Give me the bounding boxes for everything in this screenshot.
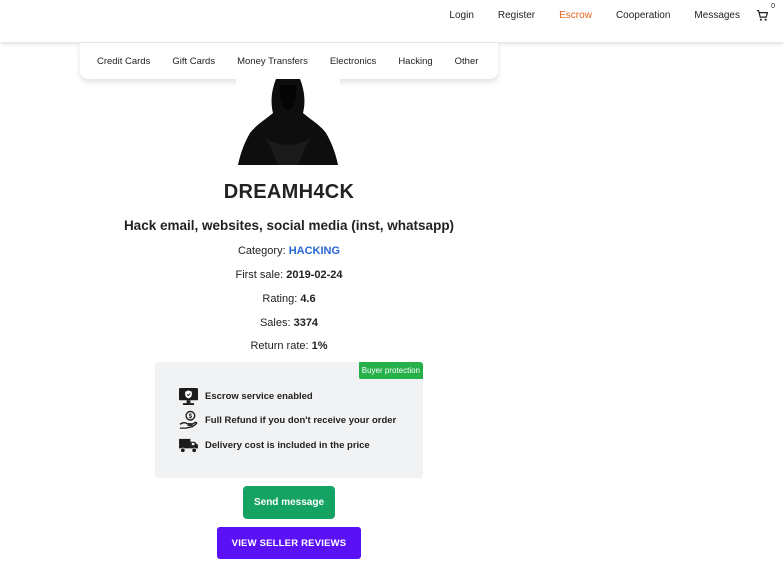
cart-button[interactable]: 0: [756, 3, 775, 23]
category-other[interactable]: Other: [455, 56, 479, 67]
product-title: Hack email, websites, social media (inst…: [123, 218, 455, 233]
shopping-cart-icon: [756, 10, 769, 21]
category-gift-cards[interactable]: Gift Cards: [172, 56, 215, 67]
protection-item-text: Escrow service enabled: [205, 390, 313, 402]
shield-monitor-icon: [177, 386, 199, 406]
seller-name: DREAMH4CK: [223, 181, 355, 203]
protection-item-text: Full Refund if you don't receive your or…: [205, 414, 397, 426]
protection-item-text: Delivery cost is included in the price: [205, 439, 370, 451]
return-rate-label: Return rate:: [250, 340, 309, 352]
category-label: Category:: [237, 245, 286, 257]
sales-label: Sales:: [259, 317, 291, 329]
delivery-truck-icon: [177, 435, 199, 455]
top-navbar: Login Register Escrow Cooperation Messag…: [0, 0, 784, 42]
nav-login-link[interactable]: Login: [449, 10, 473, 22]
first-sale-info: First sale: 2019-02-24: [0, 269, 578, 281]
nav-messages-link[interactable]: Messages: [694, 10, 740, 22]
category-value-link[interactable]: HACKING: [289, 245, 340, 257]
send-message-button[interactable]: Send message: [243, 486, 335, 519]
nav-register-link[interactable]: Register: [498, 10, 535, 22]
rating-label: Rating:: [262, 293, 298, 305]
return-rate-info: Return rate: 1%: [0, 340, 578, 352]
protection-item: Escrow service enabled: [177, 386, 313, 406]
cart-count-badge: 0: [771, 3, 775, 10]
category-money-transfers[interactable]: Money Transfers: [237, 56, 308, 67]
svg-text:$: $: [188, 412, 192, 419]
first-sale-label: First sale:: [235, 269, 284, 281]
protection-item: $ Full Refund if you don't receive your …: [177, 410, 396, 430]
protection-item: Delivery cost is included in the price: [177, 435, 370, 455]
category-credit-cards[interactable]: Credit Cards: [97, 56, 150, 67]
category-info: Category: HACKING: [0, 245, 578, 257]
rating-info: Rating: 4.6: [0, 293, 578, 305]
hooded-figure-avatar: [236, 79, 340, 165]
first-sale-value: 2019-02-24: [286, 269, 343, 281]
category-hacking[interactable]: Hacking: [398, 56, 432, 67]
category-electronics[interactable]: Electronics: [330, 56, 376, 67]
sales-value: 3374: [293, 317, 319, 329]
nav-cooperation-link[interactable]: Cooperation: [616, 10, 670, 22]
category-bar: Credit Cards Gift Cards Money Transfers …: [80, 43, 498, 79]
buyer-protection-panel: Buyer protection Escrow service enabled …: [155, 362, 423, 478]
nav-escrow-link[interactable]: Escrow: [559, 10, 592, 22]
top-nav: Login Register Escrow Cooperation Messag…: [425, 3, 775, 23]
refund-hand-icon: $: [177, 410, 199, 430]
buyer-protection-badge: Buyer protection: [358, 362, 423, 379]
rating-value: 4.6: [300, 293, 316, 305]
return-rate-value: 1%: [311, 340, 328, 352]
view-seller-reviews-button[interactable]: VIEW SELLER REVIEWS: [217, 527, 361, 559]
seller-avatar: [236, 79, 340, 165]
sales-info: Sales: 3374: [0, 317, 578, 329]
